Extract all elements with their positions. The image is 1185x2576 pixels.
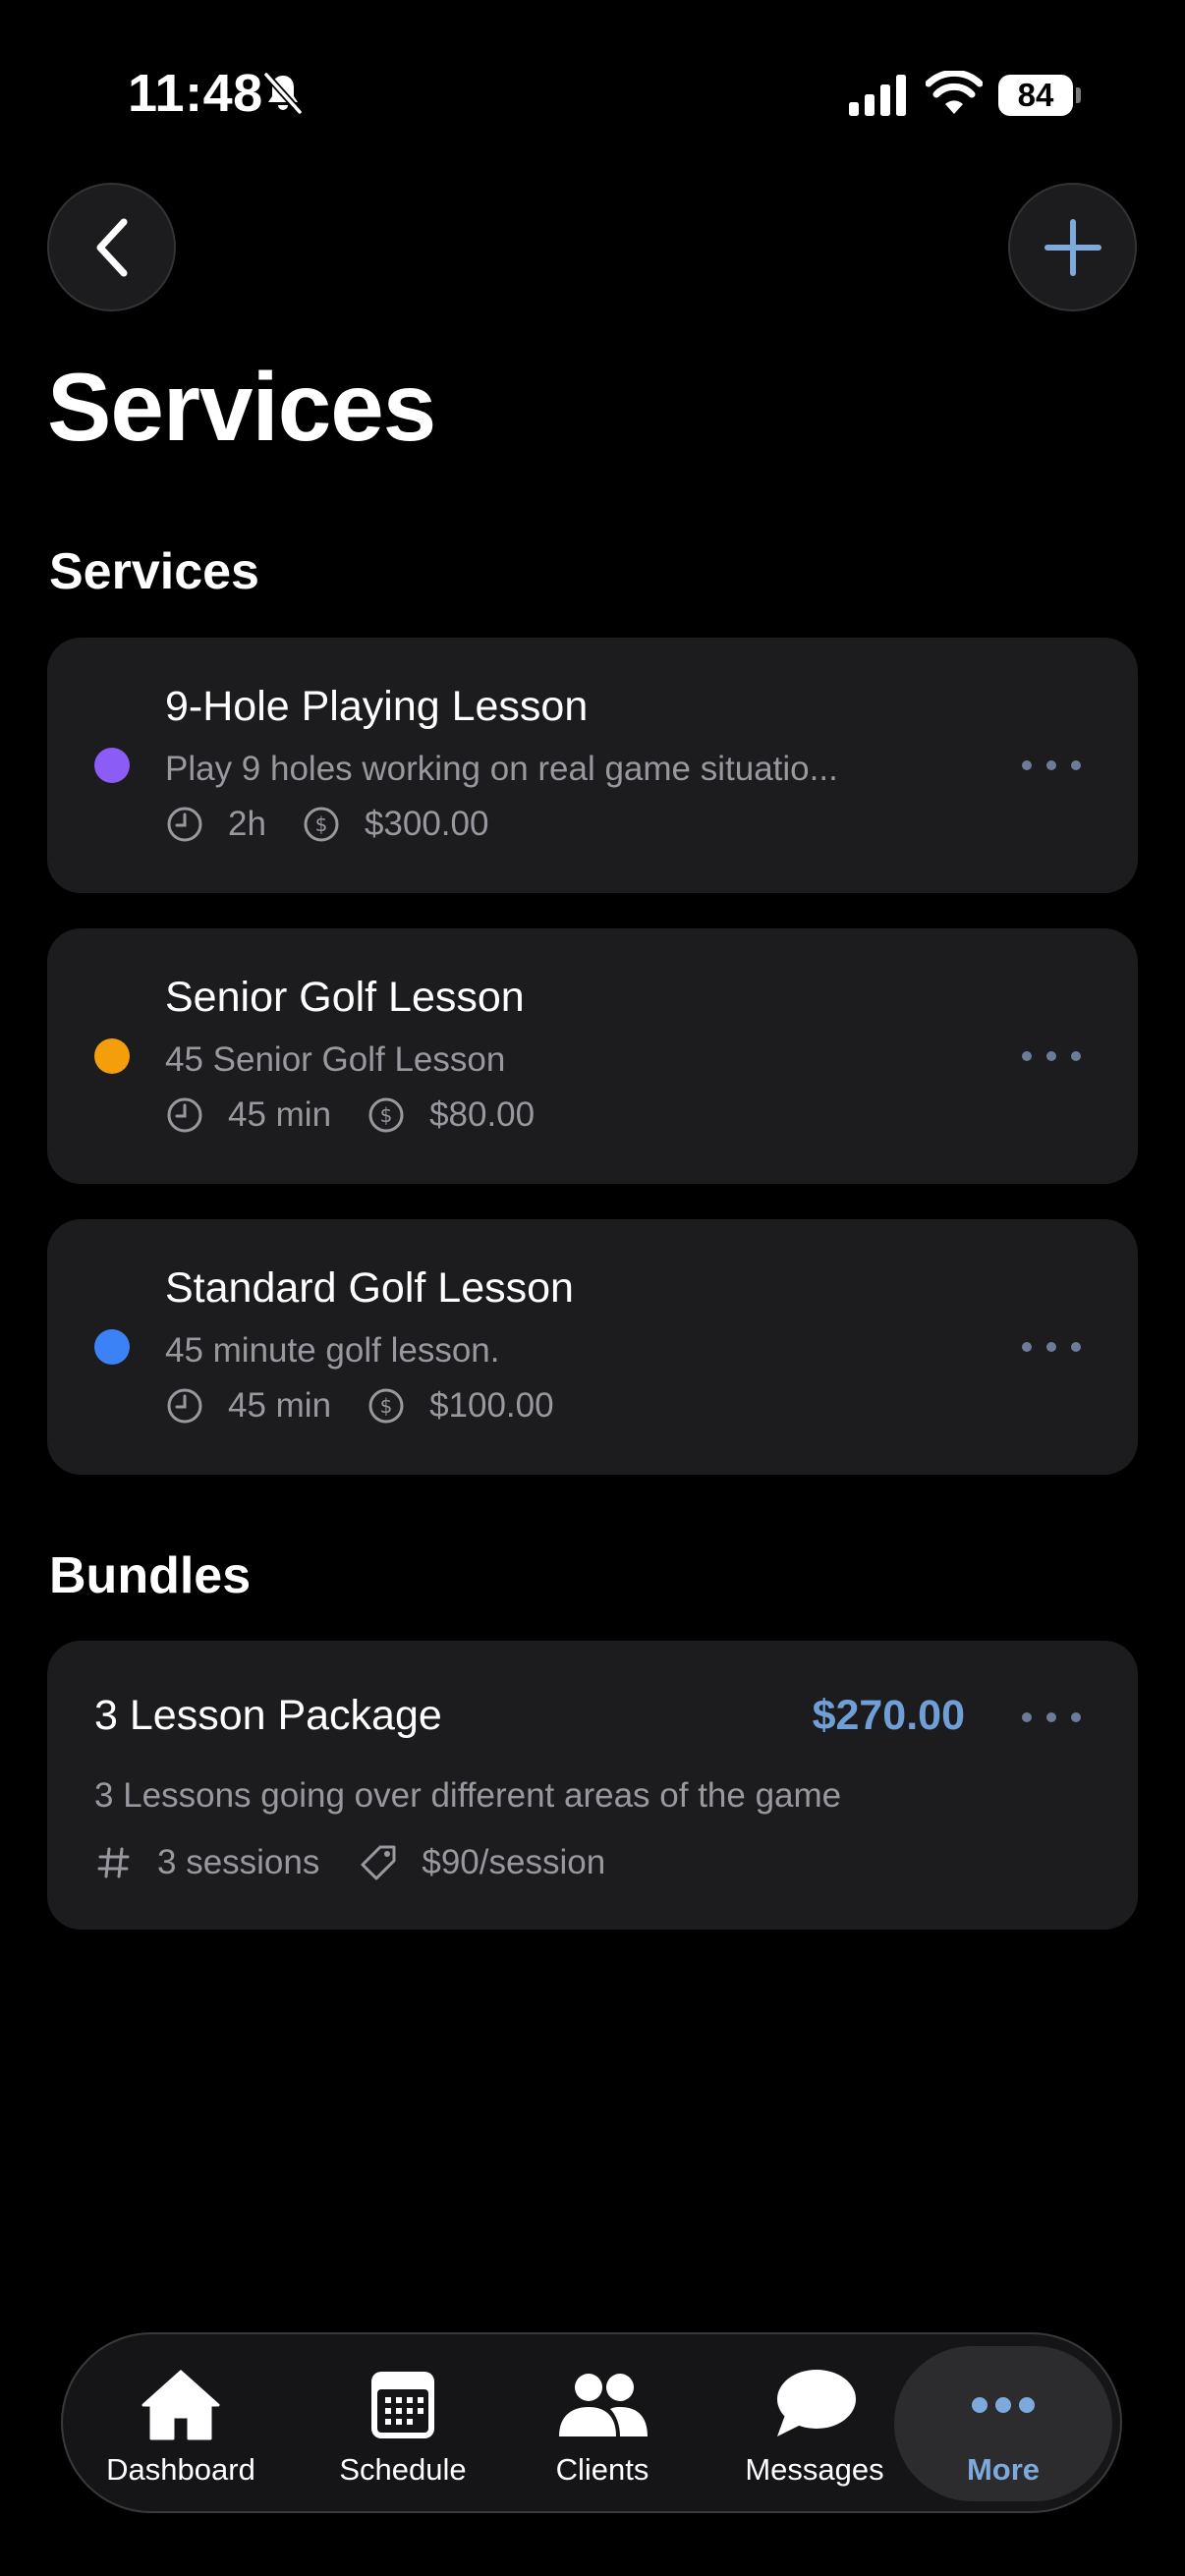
clock-icon (167, 807, 202, 842)
bundles-section-title: Bundles (49, 1547, 252, 1604)
bundle-name: 3 Lesson Package (94, 1692, 442, 1739)
bundle-description: 3 Lessons going over different areas of … (94, 1776, 842, 1815)
service-meta: 2h $ $300.00 (165, 803, 488, 846)
service-description: 45 Senior Golf Lesson (165, 1040, 506, 1079)
tab-label: Schedule (339, 2452, 467, 2487)
service-price: $100.00 (429, 1386, 554, 1425)
clock-icon (167, 1097, 202, 1133)
tab-schedule[interactable]: Schedule (324, 2334, 481, 2515)
ellipsis-icon (972, 2397, 1035, 2413)
bundle-options-button[interactable] (1022, 1708, 1081, 1727)
service-color-dot (94, 1038, 130, 1074)
service-meta: 45 min $ $80.00 (165, 1093, 535, 1137)
service-card[interactable]: 9-Hole Playing Lesson Play 9 holes worki… (47, 638, 1138, 893)
service-color-dot (94, 748, 130, 783)
service-name: Standard Golf Lesson (165, 1264, 574, 1312)
service-name: Senior Golf Lesson (165, 974, 525, 1021)
people-icon (559, 2374, 648, 2436)
services-section-title: Services (49, 543, 259, 600)
service-description: 45 minute golf lesson. (165, 1331, 500, 1370)
status-time: 11:48 (128, 64, 263, 123)
wifi-icon (926, 71, 983, 114)
page-title: Services (47, 353, 436, 461)
add-service-button[interactable] (1008, 183, 1137, 311)
service-duration: 45 min (228, 1095, 332, 1134)
dollar-circle-icon: $ (304, 807, 339, 842)
service-duration: 45 min (228, 1386, 332, 1425)
service-price: $300.00 (364, 805, 489, 843)
svg-text:$: $ (380, 1394, 393, 1418)
chevron-left-icon (96, 218, 127, 276)
tab-clients[interactable]: Clients (529, 2334, 676, 2515)
tag-icon (361, 1845, 396, 1880)
service-meta: 45 min $ $100.00 (165, 1384, 554, 1428)
house-icon (141, 2370, 220, 2440)
cellular-signal-icon (849, 75, 906, 116)
service-options-button[interactable] (1022, 1046, 1081, 1066)
service-description: Play 9 holes working on real game situat… (165, 750, 838, 788)
bundle-card[interactable]: 3 Lesson Package $270.00 3 Lessons going… (47, 1641, 1138, 1930)
service-duration: 2h (228, 805, 266, 843)
tab-label: Clients (555, 2452, 649, 2487)
service-options-button[interactable] (1022, 1337, 1081, 1357)
bundle-price: $270.00 (812, 1692, 965, 1739)
bundle-meta: 3 sessions $90/session (94, 1841, 605, 1884)
service-name: 9-Hole Playing Lesson (165, 683, 589, 730)
dollar-circle-icon: $ (368, 1097, 404, 1133)
tab-dashboard[interactable]: Dashboard (102, 2334, 259, 2515)
tab-bar: Dashboard Schedule Clients Messages More (61, 2332, 1122, 2513)
tab-more[interactable]: More (894, 2346, 1112, 2501)
hash-icon (97, 1847, 130, 1878)
chat-bubble-icon (777, 2370, 856, 2436)
tab-label: More (966, 2452, 1041, 2487)
bundle-per-session-price: $90/session (422, 1843, 606, 1881)
clock-icon (167, 1388, 202, 1424)
service-options-button[interactable] (1022, 756, 1081, 775)
back-button[interactable] (47, 183, 176, 311)
service-price: $80.00 (429, 1095, 536, 1134)
status-bar: 11:48 84 (0, 0, 1185, 192)
tab-label: Messages (745, 2452, 884, 2487)
svg-text:$: $ (315, 812, 328, 836)
tab-label: Dashboard (106, 2452, 255, 2487)
plus-icon (1044, 218, 1101, 276)
dollar-circle-icon: $ (368, 1388, 404, 1424)
tab-messages[interactable]: Messages (721, 2334, 908, 2515)
battery-indicator: 84 (998, 75, 1081, 116)
bundle-sessions: 3 sessions (157, 1843, 320, 1881)
service-color-dot (94, 1329, 130, 1365)
calendar-icon (371, 2372, 434, 2438)
battery-level: 84 (998, 75, 1073, 116)
service-card[interactable]: Senior Golf Lesson 45 Senior Golf Lesson… (47, 928, 1138, 1184)
bell-slash-icon (263, 72, 303, 115)
svg-text:$: $ (380, 1103, 393, 1127)
service-card[interactable]: Standard Golf Lesson 45 minute golf less… (47, 1219, 1138, 1475)
battery-cap (1076, 87, 1081, 103)
